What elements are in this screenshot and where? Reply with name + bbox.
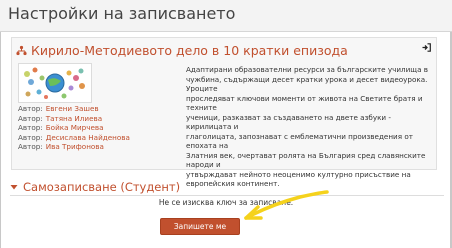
summary-line: Адаптирани образователни ресурси за бълг…: [186, 65, 428, 74]
course-header: Кирило-Методиевото дело в 10 кратки епиз…: [16, 41, 348, 59]
no-key-message: Не се изисква ключ за записване.: [158, 198, 294, 207]
teacher-role: Автор:: [18, 113, 43, 123]
teacher-item: Автор: Десислава Найденова: [18, 133, 188, 143]
course-summary: Адаптирани образователни ресурси за бълг…: [186, 65, 432, 189]
teacher-name-link[interactable]: Десислава Найденова: [46, 133, 130, 142]
page-header: Настройки на записването: [0, 0, 452, 32]
teacher-name-link[interactable]: Ива Трифонова: [46, 142, 104, 151]
teacher-role: Автор:: [18, 123, 43, 133]
sign-in-icon: [422, 43, 431, 52]
course-image: [18, 63, 92, 103]
teacher-name-link[interactable]: Татяна Илиева: [46, 114, 102, 123]
caret-down-icon[interactable]: [10, 183, 18, 191]
teacher-name-link[interactable]: Евгени Зашев: [46, 104, 99, 113]
frame-left-border: [0, 32, 1, 248]
enrolment-title: Самозаписване (Студент): [23, 180, 181, 194]
course-name-link[interactable]: Кирило-Методиевото дело в 10 кратки епиз…: [31, 43, 348, 58]
teacher-item: Автор: Ива Трифонова: [18, 142, 188, 152]
course-box: Кирило-Методиевото дело в 10 кратки епиз…: [11, 37, 437, 188]
divider: [10, 195, 444, 196]
summary-line: глаголицата, запознават с емблематични п…: [186, 131, 413, 151]
page-title: Настройки на записването: [8, 4, 236, 23]
summary-line: чужбина, съдържащи десет кратки урока и …: [186, 74, 428, 94]
enrolment-section-header[interactable]: Самозаписване (Студент): [10, 180, 180, 194]
teacher-item: Автор: Татяна Илиева: [18, 114, 188, 124]
summary-line: проследяват ключови моменти от живота на…: [186, 93, 423, 113]
teacher-role: Автор:: [18, 142, 43, 152]
summary-line: Златния век, очертават ролята на Българи…: [186, 150, 426, 170]
teacher-item: Автор: Бойка Мирчева: [18, 123, 188, 133]
summary-line: утвърждават нейното неоценимо културно п…: [186, 169, 411, 179]
teacher-list: Автор: Евгени Зашев Автор: Татяна Илиева А…: [18, 104, 188, 152]
enrol-me-button[interactable]: Запишете ме: [160, 218, 240, 235]
summary-line: ученици, разказват за създаването на две…: [186, 112, 391, 132]
summary-line: европейския континент.: [186, 179, 280, 188]
course-image-graphic: [24, 67, 85, 99]
tree-icon: [16, 45, 27, 55]
teacher-name-link[interactable]: Бойка Мирчева: [46, 123, 104, 132]
teacher-role: Автор:: [18, 132, 43, 142]
teacher-item: Автор: Евгени Зашев: [18, 104, 188, 114]
teacher-role: Автор:: [18, 104, 43, 113]
